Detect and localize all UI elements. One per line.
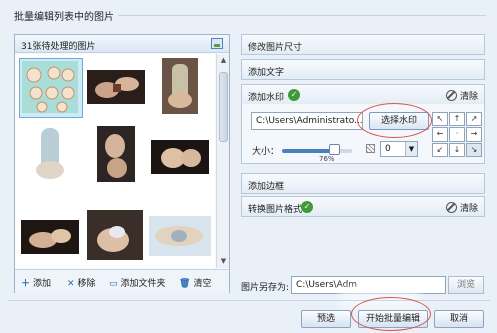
section-divider <box>118 15 486 16</box>
thumbnail[interactable] <box>31 124 69 182</box>
position-cell[interactable]: ↖ <box>432 112 448 127</box>
cancel-button[interactable]: 取消 <box>434 310 484 328</box>
watermark-section[interactable]: 添加水印 ✓ 清除 <box>241 84 485 105</box>
ban-icon <box>445 202 457 213</box>
scrollbar-thumb[interactable] <box>219 72 228 142</box>
watermark-clear-button[interactable]: 清除 <box>445 89 478 102</box>
add-button[interactable]: ＋添加 <box>21 276 51 289</box>
preview-button[interactable]: 预选 <box>301 310 351 328</box>
image-list-panel: 31张待处理的图片 ▲ ▼ ＋ 添加 ✕ 移除 ▭ 添加文件夹 🗑 清空 <box>14 34 230 293</box>
scroll-up-icon[interactable]: ▲ <box>218 55 229 66</box>
watermark-path-field[interactable]: C:\Users\Administrato... <box>251 112 363 130</box>
size-label: 大小： <box>252 147 280 157</box>
position-cell[interactable]: ← <box>432 127 448 142</box>
format-clear-button[interactable]: 清除 <box>445 201 478 214</box>
watermark-position-grid[interactable]: ↖ ↑ ↗ ← · → ↙ ↓ ↘ <box>432 112 482 157</box>
ban-icon <box>445 90 457 101</box>
chevron-down-icon[interactable]: ▼ <box>405 142 417 156</box>
thumbnail[interactable] <box>149 216 211 256</box>
position-cell[interactable]: → <box>466 127 482 142</box>
scroll-down-icon[interactable]: ▼ <box>218 256 229 267</box>
clear-list-button[interactable]: 🗑 清空 <box>179 276 211 289</box>
save-as-label: 图片另存为: <box>241 283 290 293</box>
browse-button[interactable]: 浏览 <box>448 276 484 294</box>
thumbnail[interactable] <box>87 210 143 260</box>
section-title: 批量编辑列表中的图片 <box>14 12 114 23</box>
add-text-section[interactable]: 添加文字 <box>241 59 485 80</box>
position-cell[interactable]: ↑ <box>449 112 465 127</box>
view-mode-icon[interactable] <box>211 38 223 49</box>
position-cell[interactable]: ↓ <box>449 142 465 157</box>
image-list-header: 31张待处理的图片 <box>15 35 229 53</box>
resize-label: 修改图片尺寸 <box>248 43 303 53</box>
thumbnail-grid[interactable] <box>15 54 215 268</box>
opacity-select[interactable]: 0 ▼ <box>380 141 418 157</box>
size-slider-handle[interactable] <box>329 144 340 155</box>
position-cell[interactable]: · <box>449 127 465 142</box>
thumbnail[interactable] <box>97 126 135 182</box>
thumbnail[interactable] <box>162 58 198 114</box>
position-cell[interactable]: ↙ <box>432 142 448 157</box>
position-cell[interactable]: ↗ <box>466 112 482 127</box>
opacity-icon <box>366 144 375 153</box>
format-label: 转换图片格式 <box>248 205 303 215</box>
annotation-circle <box>351 297 431 331</box>
trash-icon: 🗑 <box>179 279 191 289</box>
watermark-label: 添加水印 <box>248 93 285 103</box>
border-label: 添加边框 <box>248 182 285 192</box>
thumbnail[interactable] <box>21 220 79 254</box>
thumbnail-scrollbar[interactable]: ▲ ▼ <box>216 54 229 268</box>
border-section[interactable]: 添加边框 <box>241 173 485 194</box>
add-folder-button[interactable]: ▭ 添加文件夹 <box>109 276 166 289</box>
position-cell[interactable]: ↘ <box>466 142 482 157</box>
add-text-label: 添加文字 <box>248 68 285 78</box>
plus-icon: ＋ <box>21 279 31 289</box>
size-percent: 76% <box>319 155 335 163</box>
resize-section[interactable]: 修改图片尺寸 <box>241 34 485 55</box>
thumbnail[interactable] <box>87 70 145 104</box>
annotation-circle <box>357 103 432 138</box>
image-list-toolbar: ＋添加 ✕ 移除 ▭ 添加文件夹 🗑 清空 <box>15 269 229 293</box>
image-count-label: 31张待处理的图片 <box>21 42 96 52</box>
close-icon: ✕ <box>67 279 75 289</box>
folder-icon: ▭ <box>109 279 118 289</box>
thumbnail[interactable] <box>151 140 209 174</box>
check-icon: ✓ <box>301 201 313 213</box>
thumbnail[interactable] <box>19 58 83 118</box>
size-slider[interactable] <box>282 149 352 153</box>
remove-button[interactable]: ✕ 移除 <box>67 276 96 289</box>
check-icon: ✓ <box>288 89 300 101</box>
format-section[interactable]: 转换图片格式 ✓ 清除 <box>241 196 485 217</box>
opacity-value: 0 <box>385 144 391 154</box>
